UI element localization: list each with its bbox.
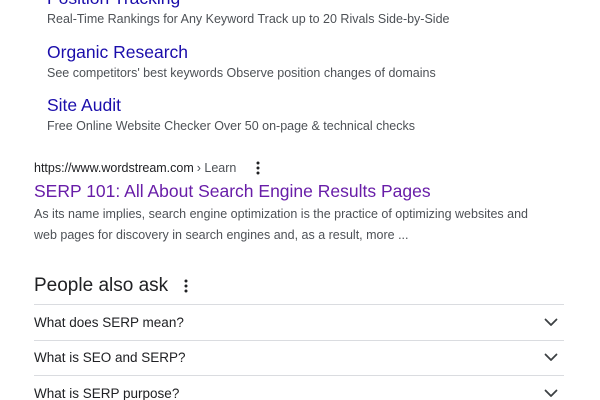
sitelinks: Position Tracking Real-Time Rankings for…: [47, 0, 567, 147]
search-result: https://www.wordstream.com › Learn SERP …: [34, 158, 564, 246]
more-vert-icon[interactable]: [250, 159, 266, 177]
chevron-down-icon[interactable]: [542, 313, 560, 331]
sitelink-description: See competitors' best keywords Observe p…: [47, 65, 436, 80]
sitelink-description: Real-Time Rankings for Any Keyword Track…: [47, 12, 450, 26]
result-snippet: As its name implies, search engine optim…: [34, 207, 528, 242]
paa-question-text: What is SEO and SERP?: [34, 350, 186, 366]
sitelink-description: Free Online Website Checker Over 50 on-p…: [47, 119, 416, 133]
people-also-ask: People also ask What does SERP mean? Wha…: [34, 272, 564, 400]
result-title-link[interactable]: SERP 101: All About Search Engine Result…: [34, 179, 564, 203]
sitelink-position-tracking: Position Tracking Real-Time Rankings for…: [47, 0, 567, 40]
paa-question-item[interactable]: What does SERP mean?: [34, 305, 564, 341]
sitelink-title-organic-research[interactable]: Organic Research: [47, 40, 567, 64]
result-cite: https://www.wordstream.com › Learn: [34, 158, 564, 178]
paa-question-text: What does SERP mean?: [34, 314, 184, 330]
paa-question-list: What does SERP mean? What is SEO and SER…: [34, 304, 564, 400]
paa-question-item[interactable]: What is SERP purpose?: [34, 376, 564, 400]
result-breadcrumb: › Learn: [196, 161, 237, 175]
sitelink-title-site-audit[interactable]: Site Audit: [47, 93, 567, 117]
result-url[interactable]: https://www.wordstream.com: [34, 161, 194, 175]
search-results-page: Position Tracking Real-Time Rankings for…: [0, 0, 600, 400]
chevron-down-icon[interactable]: [542, 349, 560, 367]
more-vert-icon[interactable]: [178, 277, 194, 295]
paa-title: People also ask: [34, 275, 169, 296]
sitelink-organic-research: Organic Research See competitors' best k…: [47, 40, 567, 94]
paa-question-item[interactable]: What is SEO and SERP?: [34, 341, 564, 376]
sitelink-title-position-tracking[interactable]: Position Tracking: [47, 0, 567, 10]
paa-question-text: What is SERP purpose?: [34, 385, 180, 400]
paa-header: People also ask: [34, 272, 564, 300]
sitelink-site-audit: Site Audit Free Online Website Checker O…: [47, 93, 567, 147]
chevron-down-icon[interactable]: [542, 384, 560, 400]
